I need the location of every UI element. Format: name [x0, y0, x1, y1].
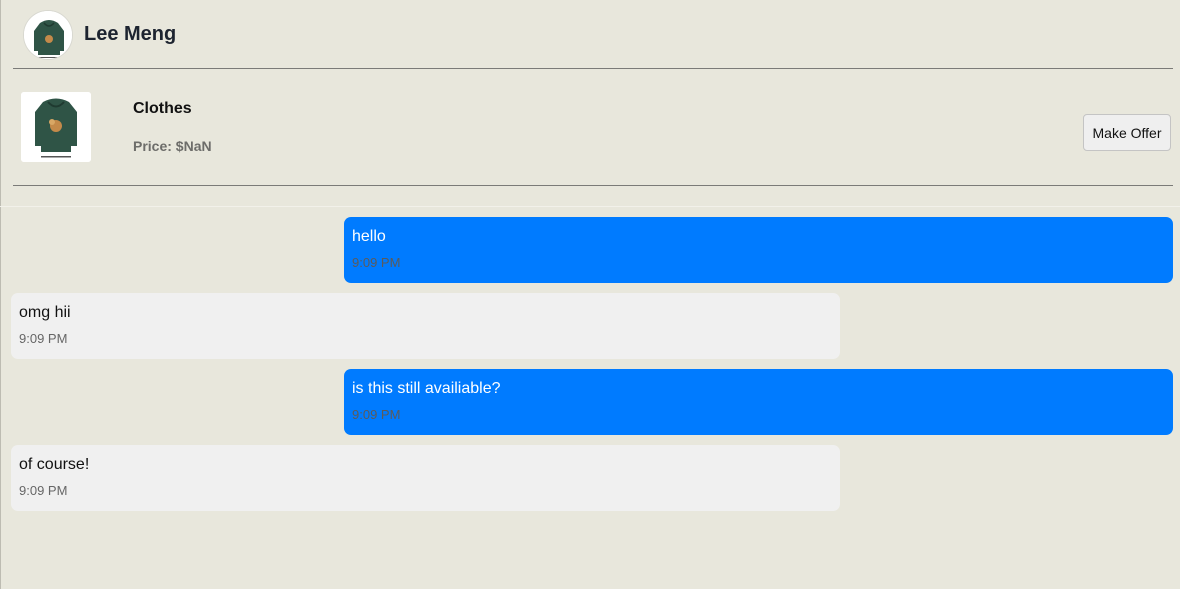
product-price: Price: $NaN	[133, 138, 212, 154]
message-bubble-received: of course! 9:09 PM	[11, 445, 840, 511]
message-time: 9:09 PM	[19, 483, 68, 498]
product-title: Clothes	[133, 100, 192, 117]
hoodie-product-image	[21, 92, 91, 162]
chat-header: Lee Meng	[13, 0, 1173, 69]
message-time: 9:09 PM	[19, 331, 68, 346]
message-bubble-sent: hello 9:09 PM	[344, 217, 1173, 283]
message-bubble-received: omg hii 9:09 PM	[11, 293, 840, 359]
left-border	[0, 0, 1, 589]
message-time: 9:09 PM	[352, 255, 401, 270]
message-text: of course!	[19, 456, 90, 473]
message-text: is this still availiable?	[352, 380, 501, 397]
message-bubble-sent: is this still availiable? 9:09 PM	[344, 369, 1173, 435]
make-offer-button[interactable]: Make Offer	[1083, 114, 1171, 151]
message-time: 9:09 PM	[352, 407, 401, 422]
messages-divider	[0, 206, 1180, 207]
avatar[interactable]	[23, 10, 73, 60]
product-row: Clothes Price: $NaN Make Offer	[13, 69, 1173, 186]
message-text: omg hii	[19, 304, 71, 321]
message-text: hello	[352, 228, 386, 245]
hoodie-avatar-image	[24, 11, 72, 59]
product-image[interactable]	[21, 92, 91, 162]
user-name: Lee Meng	[84, 23, 177, 45]
